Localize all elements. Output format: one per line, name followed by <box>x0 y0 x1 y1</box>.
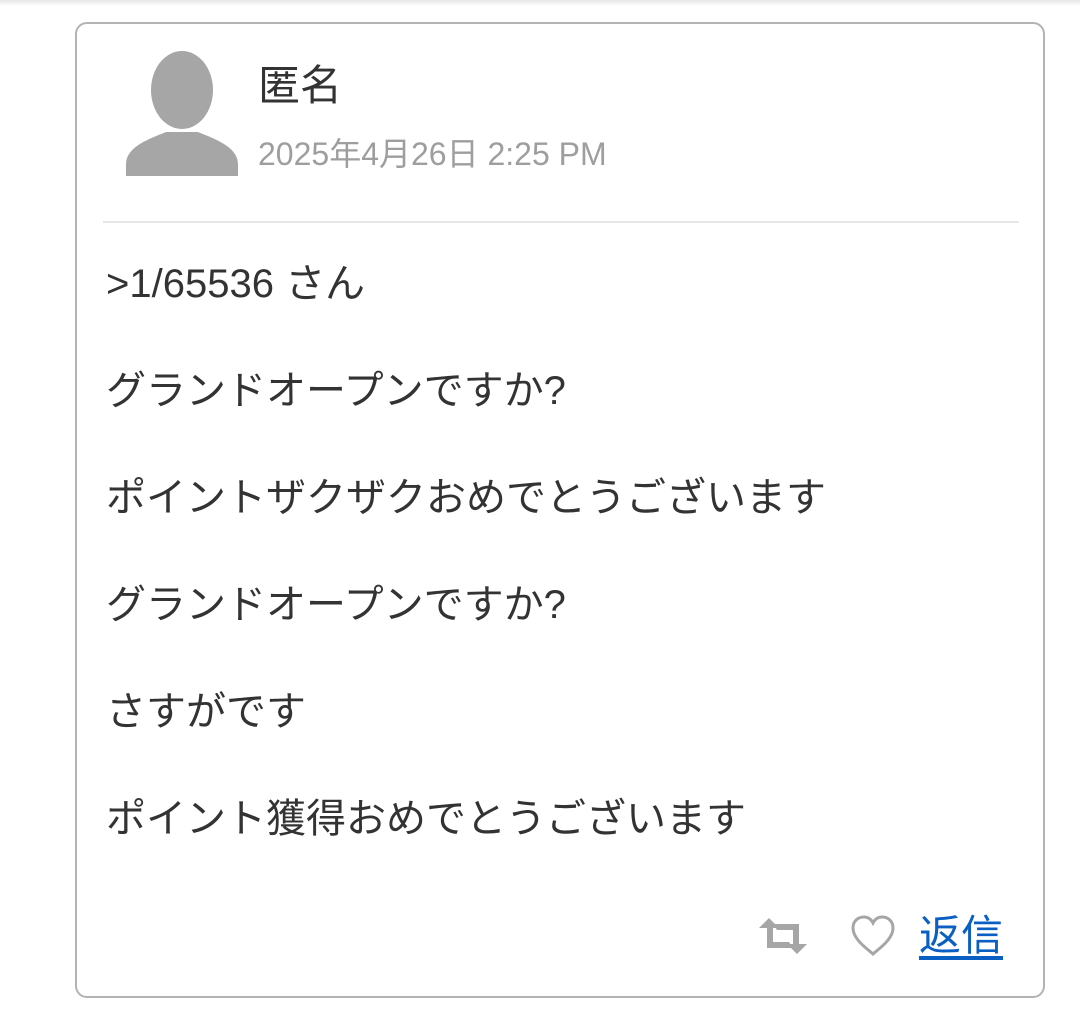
top-shadow <box>0 0 1080 6</box>
divider <box>103 221 1019 223</box>
retweet-icon[interactable] <box>755 914 811 958</box>
post-timestamp: 2025年4月26日 2:25 PM <box>258 136 607 172</box>
comment-card: 匿名 2025年4月26日 2:25 PM >1/65536 さん グランドオー… <box>75 22 1045 998</box>
heart-icon[interactable] <box>845 914 901 958</box>
author-name: 匿名 <box>258 62 343 109</box>
comment-line: ポイント獲得おめでとうございます <box>106 797 746 841</box>
comment-line: >1/65536 さん <box>106 262 366 306</box>
comment-line: グランドオープンですか? <box>106 369 566 413</box>
avatar-icon <box>126 51 238 176</box>
comment-body: >1/65536 さん グランドオープンですか? ポイントザクザクおめでとうござ… <box>106 260 1006 902</box>
reply-link[interactable]: 返信 <box>919 912 1003 960</box>
comment-line: さすがです <box>106 690 306 734</box>
comment-line: ポイントザクザクおめでとうございます <box>106 476 826 520</box>
comment-line: グランドオープンですか? <box>106 583 566 627</box>
action-bar: 返信 <box>755 908 1003 964</box>
